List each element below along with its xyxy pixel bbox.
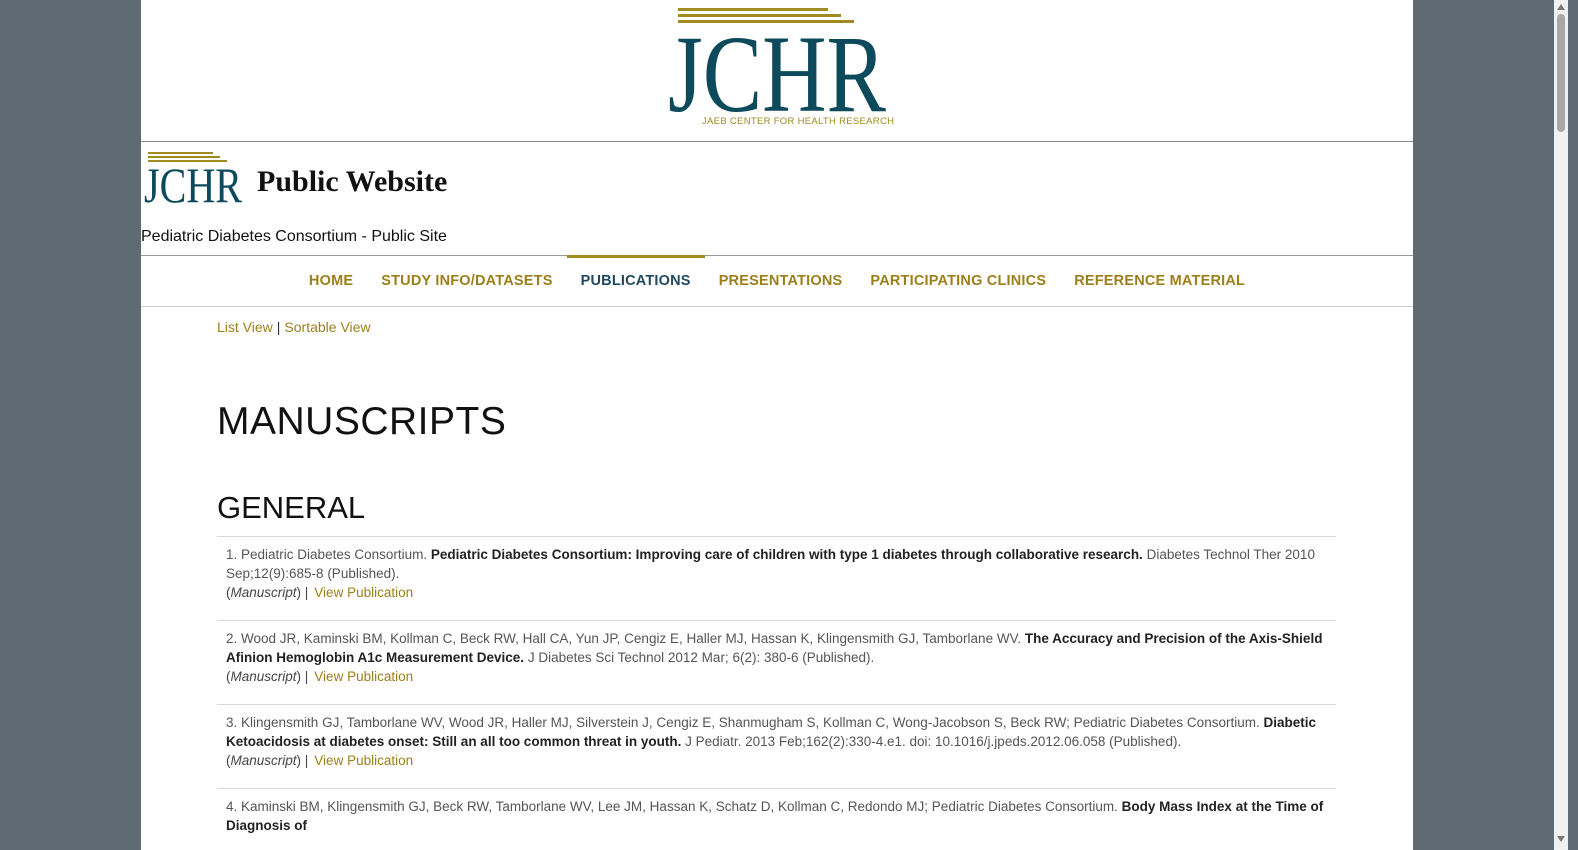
publication-meta: (Manuscript) | View Publication — [226, 669, 414, 684]
section-heading: GENERAL — [217, 490, 366, 525]
nav-publications-label: PUBLICATIONS — [580, 273, 691, 289]
list-view-link[interactable]: List View — [217, 319, 273, 335]
view-switcher: List View | Sortable View — [217, 319, 371, 335]
scroll-down-arrow-icon[interactable] — [1557, 836, 1565, 842]
publication-title: Pediatric Diabetes Consortium: Improving… — [430, 547, 1143, 562]
nav-reference-label: REFERENCE MATERIAL — [1074, 273, 1246, 289]
page-title: MANUSCRIPTS — [217, 400, 507, 443]
small-logo-mark: JCHR — [144, 152, 243, 213]
publication-type: Manuscript — [230, 753, 297, 768]
nav-study-info-datasets[interactable]: STUDY INFO/DATASETS — [367, 256, 566, 306]
view-publication-link[interactable]: View Publication — [314, 753, 413, 768]
small-logo-letters: JCHR — [144, 157, 243, 210]
logo-tagline: JAEB CENTER FOR HEALTH RESEARCH — [702, 116, 895, 127]
publication-meta: (Manuscript) | View Publication — [226, 585, 414, 600]
publication-number: 3. — [226, 715, 238, 730]
publication-number: 4. — [226, 799, 238, 814]
main-nav: HOME STUDY INFO/DATASETS PUBLICATIONS PR… — [141, 255, 1413, 307]
nav-presentations-label: PRESENTATIONS — [718, 273, 843, 289]
nav-home[interactable]: HOME — [295, 256, 367, 306]
nav-presentations[interactable]: PRESENTATIONS — [705, 256, 857, 306]
sortable-view-link[interactable]: Sortable View — [284, 319, 370, 335]
publication-meta: (Manuscript) | View Publication — [226, 753, 414, 768]
publication-number: 2. — [226, 631, 238, 646]
publication-authors: Kaminski BM, Klingensmith GJ, Beck RW, T… — [241, 799, 1118, 814]
view-publication-link[interactable]: View Publication — [314, 585, 413, 600]
nav-study-info-label: STUDY INFO/DATASETS — [381, 273, 553, 289]
scroll-up-arrow-icon[interactable] — [1557, 4, 1565, 10]
site-subtitle: Pediatric Diabetes Consortium - Public S… — [141, 228, 447, 245]
publication-authors: Pediatric Diabetes Consortium. — [241, 547, 428, 562]
scrollbar-thumb[interactable] — [1557, 14, 1565, 132]
view-publication-link[interactable]: View Publication — [314, 669, 413, 684]
publication-item: 3. Klingensmith GJ, Tamborlane WV, Wood … — [217, 704, 1336, 788]
publication-type: Manuscript — [230, 585, 297, 600]
page: JCHR JAEB CENTER FOR HEALTH RESEARCH JCH… — [141, 0, 1413, 850]
nav-home-label: HOME — [308, 273, 354, 289]
publication-number: 1. — [226, 547, 238, 562]
jchr-logo-mark: JCHR — [668, 8, 887, 135]
view-separator: | — [276, 319, 281, 335]
publication-type: Manuscript — [230, 669, 297, 684]
publication-citation: J Diabetes Sci Technol 2012 Mar; 6(2): 3… — [527, 650, 875, 665]
nav-reference-material[interactable]: REFERENCE MATERIAL — [1060, 256, 1259, 306]
jchr-logo[interactable]: JCHR JAEB CENTER FOR HEALTH RESEARCH — [666, 5, 895, 135]
publication-citation: J Pediatr. 2013 Feb;162(2):330-4.e1. doi… — [685, 734, 1182, 749]
nav-participating-clinics[interactable]: PARTICIPATING CLINICS — [856, 256, 1060, 306]
header-banner: JCHR JAEB CENTER FOR HEALTH RESEARCH — [141, 0, 1413, 142]
vertical-scrollbar[interactable] — [1554, 0, 1568, 850]
publication-authors: Wood JR, Kaminski BM, Kollman C, Beck RW… — [241, 631, 1022, 646]
publication-item: 4. Kaminski BM, Klingensmith GJ, Beck RW… — [217, 788, 1336, 850]
small-jchr-logo[interactable]: JCHR — [144, 150, 244, 215]
publication-item: 2. Wood JR, Kaminski BM, Kollman C, Beck… — [217, 620, 1336, 704]
publication-list: 1. Pediatric Diabetes Consortium. Pediat… — [217, 536, 1336, 850]
nav-clinics-label: PARTICIPATING CLINICS — [870, 273, 1047, 289]
site-title: Public Website — [257, 165, 448, 198]
publication-item: 1. Pediatric Diabetes Consortium. Pediat… — [217, 536, 1336, 620]
nav-publications[interactable]: PUBLICATIONS — [566, 255, 705, 306]
publication-authors: Klingensmith GJ, Tamborlane WV, Wood JR,… — [241, 715, 1260, 730]
jchr-logo-letters: JCHR — [668, 13, 887, 117]
